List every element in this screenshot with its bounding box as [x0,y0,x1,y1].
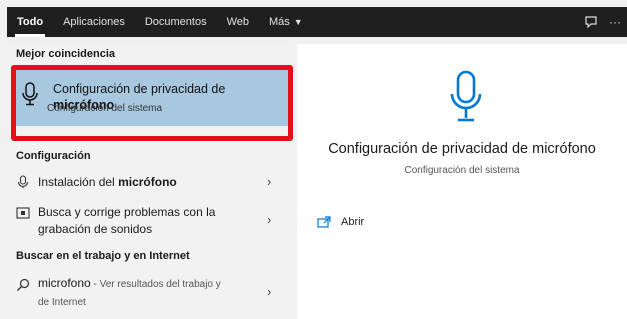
open-icon [317,216,331,228]
tab-label: Web [226,16,250,28]
list-item-instalacion-microfono[interactable]: Instalación del micrófono › [7,170,289,196]
feedback-icon[interactable] [579,7,603,37]
results-pane: Mejor coincidencia Configuración de priv… [7,44,293,319]
preview-pane: Configuración de privacidad de micrófono… [297,44,627,319]
tab-label: Más [269,16,290,28]
chevron-right-icon: › [267,174,272,189]
label-line1: Busca y corrige problemas con la [38,205,216,219]
list-item-solucionar-grabacion[interactable]: Busca y corrige problemas con la grabació… [7,202,289,242]
open-button[interactable]: Abrir [317,216,364,228]
troubleshoot-icon [16,207,30,219]
best-match-header: Mejor coincidencia [16,48,116,60]
more-options-icon[interactable]: ··· [603,7,627,37]
microphone-icon [450,70,482,122]
web-search-header: Buscar en el trabajo y en Internet [16,250,190,262]
preview-title: Configuración de privacidad de micrófono [328,141,596,157]
caret-down-icon: ▼ [293,17,303,27]
best-match-title-line1: Configuración de privacidad de [53,82,226,96]
label-text: Instalación del [38,175,119,189]
tab-label: Aplicaciones [63,16,125,28]
list-item-label: Instalación del micrófono [38,174,177,191]
search-hint-cont: de Internet [38,297,86,308]
chevron-right-icon: › [267,212,272,227]
more-options-glyph: ··· [609,15,621,29]
label-bold: micrófono [118,175,177,189]
best-match-subtitle: Configuración del sistema [47,103,163,114]
label-line2: grabación de sonidos [38,222,153,236]
tab-documentos[interactable]: Documentos [135,7,217,37]
chevron-right-icon: › [267,284,272,299]
microphone-icon [17,175,29,188]
open-label: Abrir [341,216,365,228]
search-icon [17,278,30,291]
search-scope-bar: Todo Aplicaciones Documentos Web Más ▼ ··… [7,7,627,37]
list-item-label: Busca y corrige problemas con la grabació… [38,204,215,238]
tab-web[interactable]: Web [217,7,259,37]
tab-mas-dropdown[interactable]: Más ▼ [259,7,313,37]
search-query: microfono [38,276,91,290]
tab-aplicaciones[interactable]: Aplicaciones [53,7,135,37]
best-match-result[interactable]: Configuración de privacidad de micrófono [13,66,289,126]
list-item-web-search[interactable]: microfono - Ver resultados del trabajo y… [7,272,289,316]
microphone-icon [22,82,38,106]
config-section-header: Configuración [16,150,91,162]
search-hint: - Ver resultados del trabajo y [90,279,221,290]
preview-subtitle: Configuración del sistema [404,165,520,176]
tab-label: Documentos [144,16,207,28]
list-item-label: microfono - Ver resultados del trabajo y… [38,275,253,311]
tab-todo[interactable]: Todo [7,7,53,37]
tab-label: Todo [17,16,44,28]
